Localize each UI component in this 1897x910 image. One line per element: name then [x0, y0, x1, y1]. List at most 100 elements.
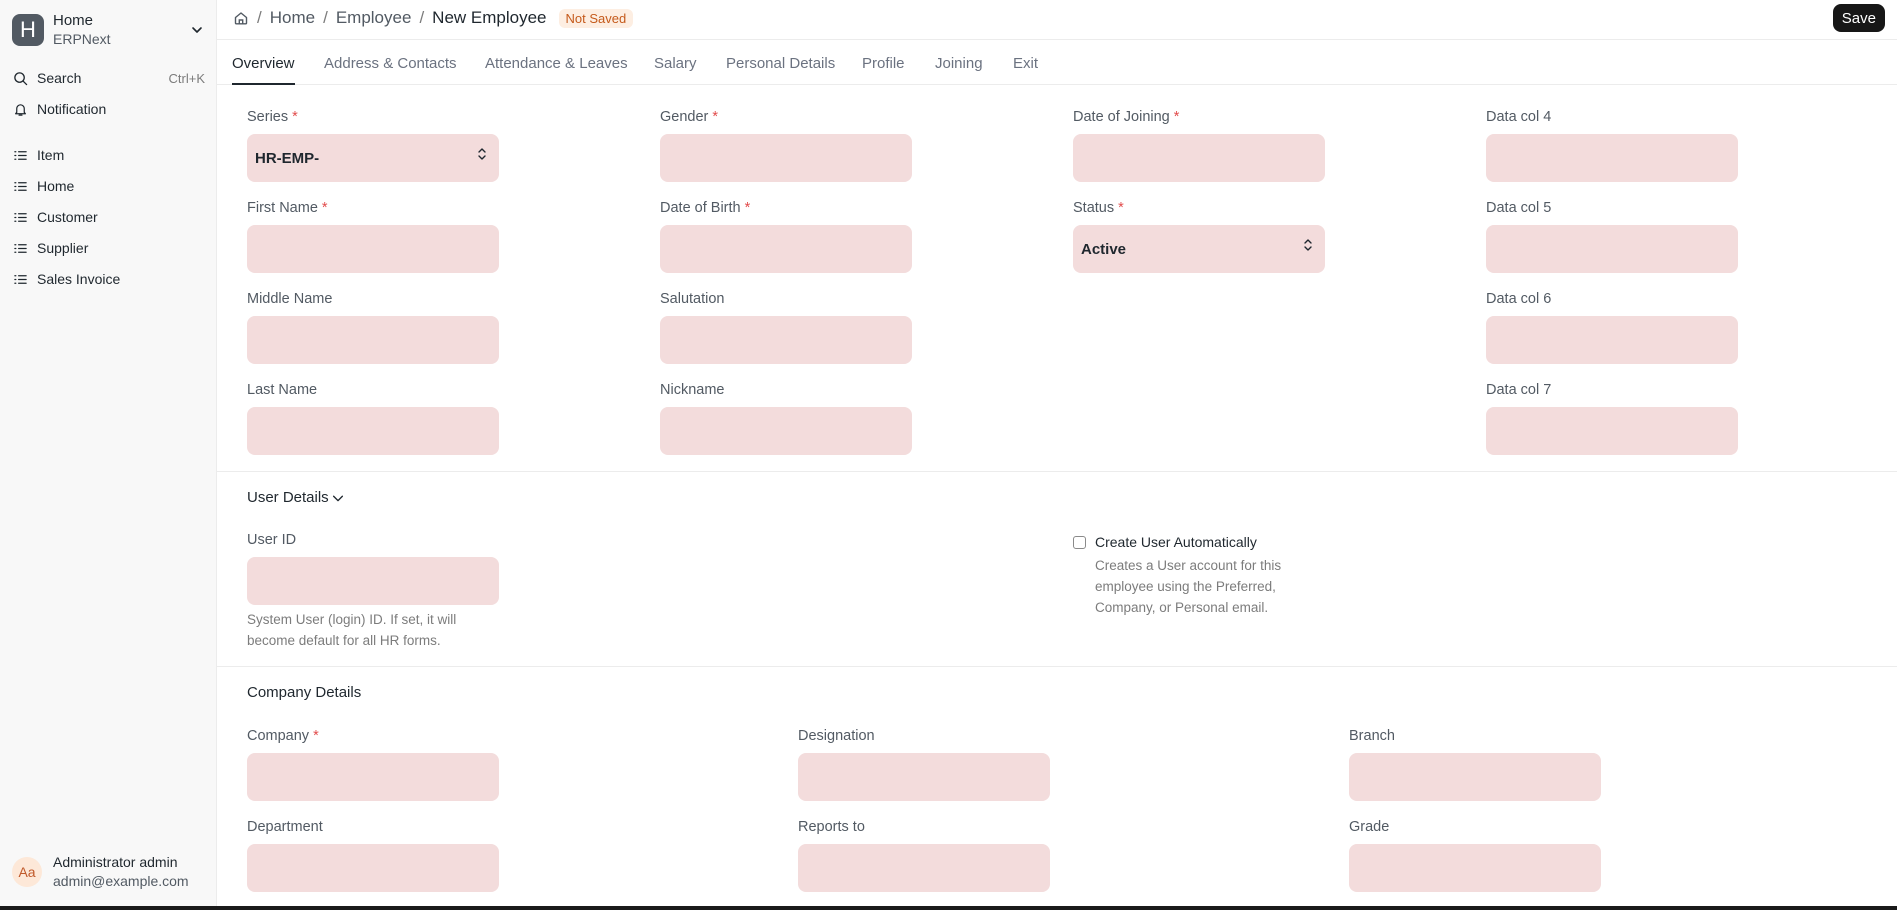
- department-label: Department: [247, 819, 323, 835]
- series-value: HR-EMP-: [255, 149, 320, 167]
- date-of-birth-field[interactable]: [660, 225, 912, 273]
- data-col-4-field[interactable]: [1486, 134, 1738, 182]
- status-select[interactable]: Active: [1073, 225, 1325, 273]
- date-of-birth-label: Date of Birth *: [660, 200, 751, 216]
- data-col-6-field[interactable]: [1486, 316, 1738, 364]
- date-of-joining-label: Date of Joining *: [1073, 109, 1180, 125]
- tab-overview[interactable]: Overview: [232, 41, 295, 85]
- breadcrumb-separator: /: [257, 8, 262, 27]
- tab-joining[interactable]: Joining: [935, 41, 983, 85]
- sidebar-item-customer[interactable]: Customer: [12, 203, 205, 231]
- breadcrumb-separator: /: [323, 8, 328, 27]
- designation-field[interactable]: [798, 753, 1050, 801]
- search-icon: [12, 70, 28, 86]
- list-icon: [12, 147, 28, 163]
- app-window: H Home ERPNext Search Ctrl+K Notificatio…: [0, 0, 1897, 906]
- list-icon: [12, 209, 28, 225]
- page-header: / Home / Employee / New Employee Not Sav…: [217, 0, 1897, 40]
- user-details-section-toggle[interactable]: User Details: [247, 489, 345, 506]
- search-shortcut: Ctrl+K: [168, 70, 205, 86]
- middle-name-label: Middle Name: [247, 291, 333, 307]
- home-icon[interactable]: [233, 10, 249, 26]
- first-name-field[interactable]: [247, 225, 499, 273]
- sidebar-item-item[interactable]: Item: [12, 141, 205, 169]
- salutation-label: Salutation: [660, 291, 725, 307]
- breadcrumb-employee[interactable]: Employee: [336, 8, 412, 28]
- create-user-checkbox[interactable]: [1073, 536, 1086, 549]
- user-details-title: User Details: [247, 489, 329, 506]
- sidebar-search[interactable]: Search Ctrl+K: [12, 64, 205, 92]
- sidebar-item-label: Item: [37, 147, 65, 163]
- gender-field[interactable]: [660, 134, 912, 182]
- date-of-joining-field[interactable]: [1073, 134, 1325, 182]
- chevron-down-icon: [192, 27, 202, 33]
- tab-address-contacts[interactable]: Address & Contacts: [324, 41, 457, 85]
- last-name-field[interactable]: [247, 407, 499, 455]
- nickname-field[interactable]: [660, 407, 912, 455]
- designation-label: Designation: [798, 728, 875, 744]
- tab-exit[interactable]: Exit: [1013, 41, 1038, 85]
- form-tabs: Overview Address & Contacts Attendance &…: [217, 41, 1897, 85]
- company-field[interactable]: [247, 753, 499, 801]
- sidebar-item-label: Supplier: [37, 240, 89, 256]
- section-divider: [217, 471, 1897, 472]
- breadcrumb: / Home / Employee / New Employee Not Sav…: [233, 6, 634, 30]
- tab-attendance-leaves[interactable]: Attendance & Leaves: [485, 41, 628, 85]
- select-arrows-icon: [1304, 239, 1312, 251]
- breadcrumb-home[interactable]: Home: [270, 8, 315, 28]
- series-select[interactable]: HR-EMP-: [247, 134, 499, 182]
- search-label: Search: [37, 70, 82, 86]
- data-col-7-label: Data col 7: [1486, 382, 1552, 398]
- avatar: Aa: [12, 857, 42, 887]
- user-id-help: System User (login) ID. If set, it will …: [247, 612, 457, 648]
- data-col-6-label: Data col 6: [1486, 291, 1552, 307]
- gender-label: Gender *: [660, 109, 719, 125]
- workspace-switcher[interactable]: H Home ERPNext: [12, 8, 205, 52]
- user-name: Administrator admin: [53, 854, 178, 870]
- list-icon: [12, 178, 28, 194]
- department-field[interactable]: [247, 844, 499, 892]
- reports-to-label: Reports to: [798, 819, 865, 835]
- select-arrows-icon: [478, 148, 486, 160]
- status-label: Status *: [1073, 200, 1124, 216]
- breadcrumb-separator: /: [419, 8, 425, 27]
- tab-personal-details[interactable]: Personal Details: [726, 41, 835, 85]
- create-user-label: Create User Automatically: [1095, 534, 1257, 550]
- first-name-label: First Name *: [247, 200, 328, 216]
- user-id-label: User ID: [247, 532, 297, 548]
- salutation-field[interactable]: [660, 316, 912, 364]
- tab-profile[interactable]: Profile: [862, 41, 905, 85]
- grade-label: Grade: [1349, 819, 1390, 835]
- tab-salary[interactable]: Salary: [654, 41, 697, 85]
- sidebar-item-supplier[interactable]: Supplier: [12, 234, 205, 262]
- user-menu[interactable]: Aa Administrator admin admin@example.com: [12, 852, 189, 892]
- sidebar-item-sales-invoice[interactable]: Sales Invoice: [12, 265, 205, 293]
- data-col-5-field[interactable]: [1486, 225, 1738, 273]
- branch-field[interactable]: [1349, 753, 1601, 801]
- status-badge: Not Saved: [558, 8, 634, 28]
- workspace-subtitle: ERPNext: [53, 31, 111, 47]
- notification-label: Notification: [37, 101, 107, 117]
- company-label: Company *: [247, 728, 319, 744]
- grade-field[interactable]: [1349, 844, 1601, 892]
- workspace-title: Home: [53, 12, 94, 29]
- sidebar: H Home ERPNext Search Ctrl+K Notificatio…: [0, 0, 217, 906]
- data-col-7-field[interactable]: [1486, 407, 1738, 455]
- last-name-label: Last Name: [247, 382, 318, 398]
- chevron-down-icon: [332, 495, 343, 501]
- company-details-title: Company Details: [247, 684, 362, 701]
- data-col-5-label: Data col 5: [1486, 200, 1552, 216]
- status-value: Active: [1081, 240, 1127, 258]
- user-id-field[interactable]: [247, 557, 499, 605]
- sidebar-item-home[interactable]: Home: [12, 172, 205, 200]
- user-email: admin@example.com: [53, 873, 189, 889]
- series-label: Series *: [247, 109, 298, 125]
- section-divider: [217, 666, 1897, 667]
- list-icon: [12, 240, 28, 256]
- page-title: New Employee: [432, 8, 547, 27]
- middle-name-field[interactable]: [247, 316, 499, 364]
- sidebar-notification[interactable]: Notification: [12, 95, 205, 123]
- save-button[interactable]: Save: [1832, 4, 1885, 32]
- reports-to-field[interactable]: [798, 844, 1050, 892]
- workspace-logo: H: [12, 14, 44, 46]
